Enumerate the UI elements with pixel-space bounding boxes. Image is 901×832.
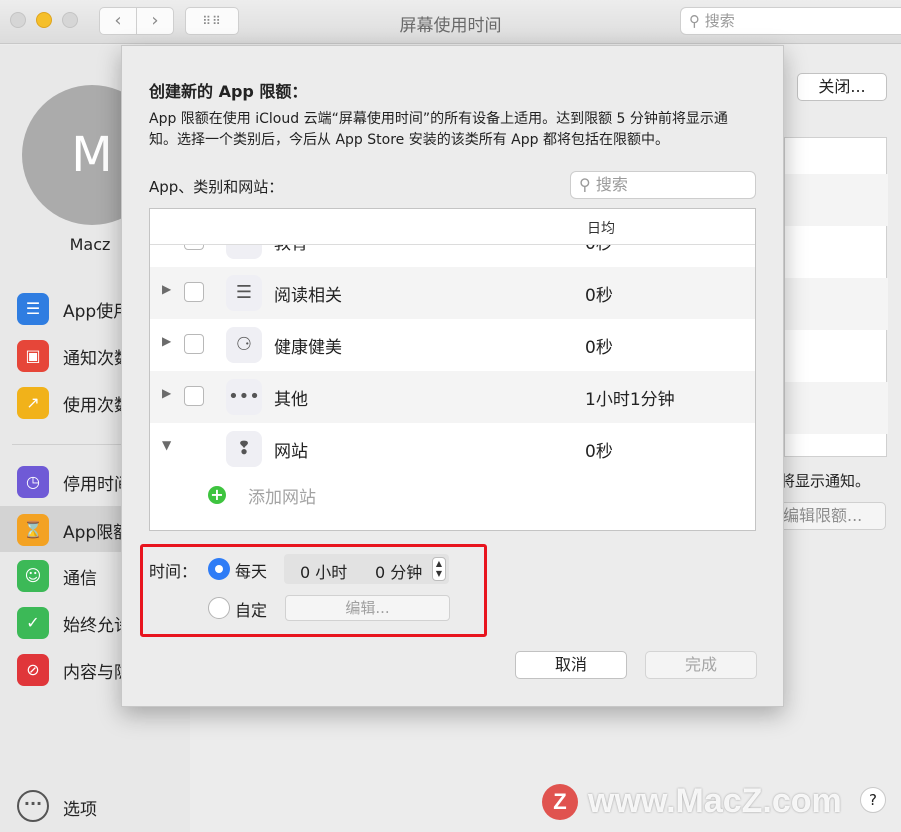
column-header-daily-average[interactable]: 日均 xyxy=(587,218,615,238)
row-value: 0秒 xyxy=(585,338,613,358)
disclosure-triangle-icon[interactable]: ▶ xyxy=(162,334,171,348)
notice-text: 将显示通知。 xyxy=(780,472,871,490)
sidebar-item-label: 始终允许 xyxy=(63,616,121,636)
sheet-title: 创建新的 App 限额： xyxy=(149,82,308,101)
table-header: 日均 xyxy=(150,209,755,245)
layers-icon: ☰ xyxy=(17,293,49,325)
category-table: 日均 ▶ ✎ 教育 0秒 ▶ ☰ 阅读相关 0秒 ▶ ⚆ 健康健美 0秒 ▶ •… xyxy=(149,208,756,531)
background-table xyxy=(784,137,888,457)
add-website-label: 添加网站 xyxy=(248,488,316,508)
compass-icon: ❢ xyxy=(226,431,262,467)
table-row[interactable]: ▼ ❢ 网站 0秒 xyxy=(150,423,755,475)
window-search-input[interactable]: ⚲ 搜索 xyxy=(680,7,901,35)
watermark-text: www.MacZ.com xyxy=(588,782,842,820)
add-icon: + xyxy=(208,486,226,504)
contacts-icon: ☺ xyxy=(17,560,49,592)
add-website-row[interactable]: + 添加网站 xyxy=(150,469,755,521)
search-placeholder: 搜索 xyxy=(704,12,735,30)
row-value: 1小时1分钟 xyxy=(585,390,675,410)
row-value: 0秒 xyxy=(585,442,613,462)
prohibited-icon: ⊘ xyxy=(17,654,49,686)
done-button[interactable]: 完成 xyxy=(645,651,757,679)
sheet-search-input[interactable]: ⚲ 搜索 xyxy=(570,171,756,199)
close-button[interactable]: 关闭... xyxy=(797,73,887,101)
sidebar-item-label: App使用 xyxy=(63,302,121,322)
row-checkbox[interactable] xyxy=(184,282,204,302)
table-stripe xyxy=(785,174,888,226)
notification-icon: ▣ xyxy=(17,340,49,372)
row-value: 0秒 xyxy=(585,286,613,306)
book-icon: ☰ xyxy=(226,275,262,311)
search-placeholder: 搜索 xyxy=(595,175,628,194)
search-icon: ⚲ xyxy=(579,175,591,194)
bicycle-icon: ⚆ xyxy=(226,327,262,363)
options-label: 选项 xyxy=(63,800,97,820)
checkmark-icon: ✓ xyxy=(17,607,49,639)
row-checkbox[interactable] xyxy=(184,386,204,406)
hourglass-icon: ⌛ xyxy=(17,514,49,546)
disclosure-triangle-icon[interactable]: ▶ xyxy=(162,386,171,400)
row-name: 其他 xyxy=(274,390,308,410)
title-bar: ‹ › ⠿⠿ 屏幕使用时间 ⚲ 搜索 xyxy=(0,0,901,44)
watermark-logo: Z xyxy=(542,784,578,820)
table-stripe xyxy=(785,278,888,330)
disclosure-triangle-icon[interactable]: ▶ xyxy=(162,282,171,296)
pickup-icon: ↗ xyxy=(17,387,49,419)
downtime-icon: ◷ xyxy=(17,466,49,498)
more-icon: ··· xyxy=(17,790,49,822)
table-row[interactable]: ▶ ⚆ 健康健美 0秒 xyxy=(150,319,755,371)
table-row[interactable]: ▶ ••• 其他 1小时1分钟 xyxy=(150,371,755,423)
create-limit-sheet: 创建新的 App 限额： App 限额在使用 iCloud 云端“屏幕使用时间”… xyxy=(121,45,784,707)
ellipsis-icon: ••• xyxy=(226,379,262,415)
sheet-description: App 限额在使用 iCloud 云端“屏幕使用时间”的所有设备上适用。达到限额… xyxy=(149,111,728,148)
list-label: App、类别和网站： xyxy=(149,178,284,196)
row-name: 健康健美 xyxy=(274,338,342,358)
highlight-box xyxy=(140,544,487,637)
search-icon: ⚲ xyxy=(689,12,700,30)
sidebar-item-label: 使用次数 xyxy=(63,396,121,416)
help-button[interactable]: ? xyxy=(860,787,886,813)
edit-limits-button[interactable]: 编辑限额... xyxy=(776,502,886,530)
row-checkbox[interactable] xyxy=(184,334,204,354)
row-name: 阅读相关 xyxy=(274,286,342,306)
sidebar-item-label: 通知次数 xyxy=(63,349,121,369)
sidebar-item-label: 停用时间 xyxy=(63,475,121,495)
table-stripe xyxy=(785,382,888,434)
disclosure-expanded-icon[interactable]: ▼ xyxy=(162,438,171,452)
row-name: 网站 xyxy=(274,442,308,462)
sidebar-item-label: App限额 xyxy=(63,523,121,543)
sidebar-item-label: 内容与隐私 xyxy=(63,663,121,683)
cancel-button[interactable]: 取消 xyxy=(515,651,627,679)
sidebar-item-label: 通信 xyxy=(63,569,97,589)
table-row[interactable]: ▶ ☰ 阅读相关 0秒 xyxy=(150,267,755,319)
